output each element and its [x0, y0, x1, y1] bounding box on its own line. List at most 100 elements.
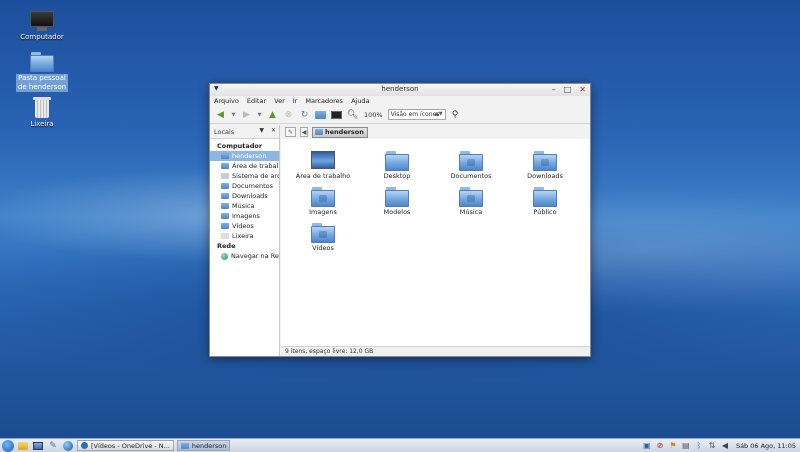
window-titlebar[interactable]: ▼ henderson – □ ✕ — [210, 84, 590, 96]
computer-icon[interactable] — [330, 108, 343, 121]
clipboard-icon[interactable]: ▤ — [681, 441, 691, 451]
zoom-out-icon[interactable]: 🔍︎ — [346, 108, 359, 121]
file-label: Downloads — [527, 172, 563, 180]
sidebar-item-label: Música — [232, 202, 255, 210]
folder-videos-icon — [311, 223, 335, 243]
sidebar-close-icon[interactable]: ✕ — [271, 127, 276, 134]
file-item[interactable]: Imagens — [293, 187, 353, 216]
home-folder-icon — [221, 153, 229, 159]
clock[interactable]: Sáb 06 Ago, 11:05 — [736, 442, 796, 450]
folder-icon — [180, 442, 189, 449]
view-mode-select[interactable]: Visão em ícones ▲▼ — [387, 109, 446, 120]
path-scroll-left-icon[interactable]: ◀ — [300, 127, 308, 137]
taskbar-task-henderson[interactable]: henderson — [176, 440, 231, 451]
home-folder-icon[interactable] — [314, 108, 327, 121]
menu-ver[interactable]: Ver — [274, 96, 285, 106]
sidebar-item-label: Downloads — [232, 192, 268, 200]
forward-arrow-icon[interactable]: ▶ — [240, 108, 253, 121]
back-history-dropdown-icon[interactable]: ▼ — [230, 108, 237, 121]
file-view[interactable]: ✎ ◀ henderson Área de trabalho Desktop D… — [281, 125, 590, 346]
forward-history-dropdown-icon[interactable]: ▼ — [256, 108, 263, 121]
file-item[interactable]: Área de trabalho — [293, 151, 353, 180]
file-grid: Área de trabalho Desktop Documentos Down… — [281, 145, 590, 346]
file-item[interactable]: Público — [515, 187, 575, 216]
menu-ir[interactable]: Ir — [293, 96, 298, 106]
back-arrow-icon[interactable]: ◀ — [214, 108, 227, 121]
zoom-level: 100% — [364, 110, 383, 119]
sidebar-item-network[interactable]: Navegar na Re... — [210, 251, 279, 261]
sidebar-item-area-de-trabalho[interactable]: Área de trabalho — [210, 161, 279, 171]
desktop-icon-computer[interactable]: Computador — [15, 11, 69, 42]
update-icon[interactable]: ⚑ — [668, 441, 678, 451]
sidebar-item-videos[interactable]: Vídeos — [210, 221, 279, 231]
file-manager-launcher-icon[interactable] — [17, 440, 29, 452]
folder-downloads-icon — [533, 151, 557, 171]
desktop-launcher-icon[interactable] — [32, 440, 44, 452]
desktop-thumbnail-icon — [311, 151, 335, 169]
browser-launcher-icon[interactable] — [62, 440, 74, 452]
file-manager-window: ▼ henderson – □ ✕ Arquivo Editar Ver Ir … — [209, 83, 591, 357]
file-item[interactable]: Desktop — [367, 151, 427, 180]
folder-pictures-icon — [311, 187, 335, 207]
sidebar-item-label: Sistema de arq... — [232, 172, 279, 180]
desktop-icon-label: Pasta pessoal de henderson — [16, 74, 68, 92]
menu-marcadores[interactable]: Marcadores — [305, 96, 343, 106]
desktop-icon-label: Lixeira — [30, 120, 54, 128]
file-label: Documentos — [450, 172, 492, 180]
screenshot-icon[interactable]: ▣ — [642, 441, 652, 451]
file-item[interactable]: Modelos — [367, 187, 427, 216]
menu-editar[interactable]: Editar — [247, 96, 266, 106]
sidebar-header-label: Locais — [214, 127, 235, 136]
toolbar: ◀ ▼ ▶ ▼ ▲ ⊗ ↻ 🔍︎ 100% Visão em ícones ▲▼… — [210, 106, 590, 124]
sidebar-item-label: henderson — [232, 152, 267, 160]
folder-music-icon — [459, 187, 483, 207]
sidebar-item-henderson[interactable]: henderson — [210, 151, 279, 161]
file-label: Público — [533, 208, 557, 216]
start-menu-icon[interactable] — [2, 439, 14, 452]
folder-icon — [221, 183, 229, 189]
file-item[interactable]: Música — [441, 187, 501, 216]
edit-location-icon[interactable]: ✎ — [285, 127, 296, 137]
menu-arquivo[interactable]: Arquivo — [214, 96, 239, 106]
close-icon[interactable]: ✕ — [579, 84, 586, 96]
sidebar-item-musica[interactable]: Música — [210, 201, 279, 211]
bluetooth-icon[interactable]: ᛒ — [694, 441, 704, 451]
folder-icon — [221, 223, 229, 229]
trash-icon — [33, 96, 51, 118]
search-icon[interactable]: ⚲ — [449, 108, 462, 121]
volume-icon[interactable]: ◀ — [720, 441, 730, 451]
folder-icon — [221, 193, 229, 199]
sidebar-item-label: Navegar na Re... — [231, 252, 279, 260]
stop-icon[interactable]: ⊗ — [282, 108, 295, 121]
network-icon[interactable]: ⇅ — [707, 441, 717, 451]
file-item[interactable]: Downloads — [515, 151, 575, 180]
trash-icon — [221, 233, 229, 239]
sidebar-item-lixeira[interactable]: Lixeira — [210, 231, 279, 241]
sidebar: Locais ▼ ✕ Computador henderson Área de … — [210, 125, 280, 356]
reload-icon[interactable]: ↻ — [298, 108, 311, 121]
breadcrumb[interactable]: henderson — [312, 126, 368, 138]
desktop-icon-label: Computador — [20, 33, 64, 41]
taskbar-task-videos[interactable]: [Vídeos - OneDrive - N... — [77, 440, 174, 451]
computer-icon — [29, 11, 55, 31]
minimize-icon[interactable]: – — [552, 84, 556, 96]
sidebar-item-label: Lixeira — [232, 232, 254, 240]
desktop-icon-trash[interactable]: Lixeira — [15, 96, 69, 129]
maximize-icon[interactable]: □ — [564, 84, 572, 96]
menu-ajuda[interactable]: Ajuda — [351, 96, 369, 106]
no-entry-icon[interactable]: ⊘ — [655, 441, 665, 451]
folder-icon — [385, 151, 409, 171]
file-item[interactable]: Vídeos — [293, 223, 353, 252]
file-label: Área de trabalho — [295, 172, 351, 180]
sidebar-item-documentos[interactable]: Documentos — [210, 181, 279, 191]
desktop-icon-home-folder[interactable]: Pasta pessoal de henderson — [15, 52, 69, 92]
sidebar-item-imagens[interactable]: Imagens — [210, 211, 279, 221]
up-arrow-icon[interactable]: ▲ — [266, 108, 279, 121]
sidebar-item-filesystem[interactable]: Sistema de arq... — [210, 171, 279, 181]
sidebar-item-label: Imagens — [232, 212, 260, 220]
file-item[interactable]: Documentos — [441, 151, 501, 180]
sidebar-item-downloads[interactable]: Downloads — [210, 191, 279, 201]
edit-launcher-icon[interactable]: ✎ — [47, 440, 59, 452]
folder-icon — [221, 213, 229, 219]
sidebar-dropdown-icon[interactable]: ▼ — [259, 127, 264, 134]
